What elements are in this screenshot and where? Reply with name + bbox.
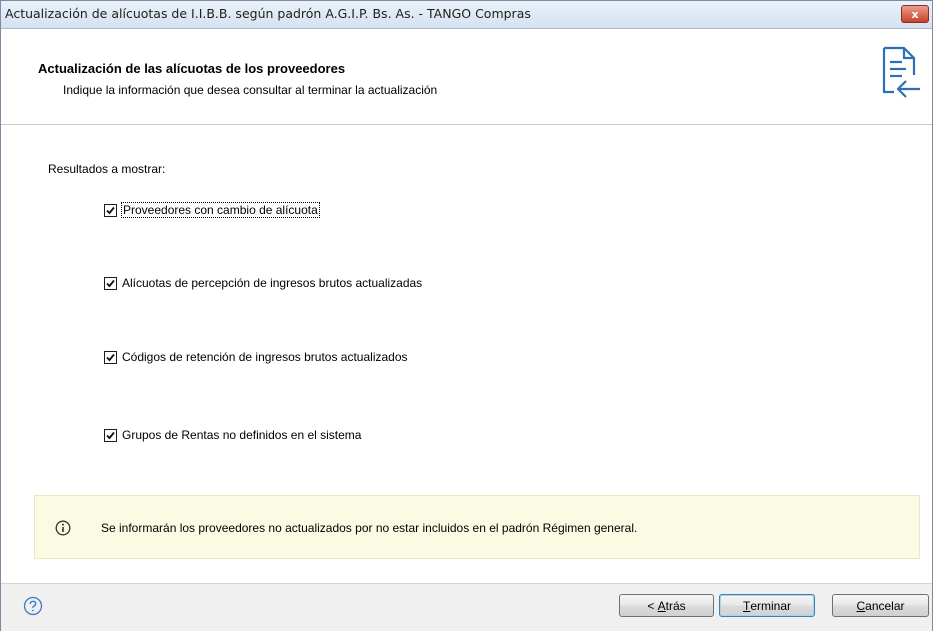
back-prefix: <	[647, 598, 658, 613]
checkbox[interactable]	[104, 350, 117, 364]
wizard-content: Resultados a mostrar: Proveedores con ca…	[1, 125, 932, 583]
page-title: Actualización de las alícuotas de los pr…	[38, 61, 346, 76]
check-icon	[106, 353, 115, 361]
close-button[interactable]: x	[901, 5, 929, 23]
option-label: Grupos de Rentas no definidos en el sist…	[122, 428, 362, 442]
checkbox[interactable]	[104, 428, 117, 442]
help-icon[interactable]	[23, 596, 43, 616]
wizard-header: Actualización de las alícuotas de los pr…	[1, 29, 932, 125]
option-label: Proveedores con cambio de alícuota	[121, 202, 320, 218]
document-import-icon	[882, 46, 920, 98]
option-grupos-rentas[interactable]: Grupos de Rentas no definidos en el sist…	[104, 427, 361, 443]
option-label: Alícuotas de percepción de ingresos brut…	[122, 276, 423, 290]
info-message: Se informarán los proveedores no actuali…	[101, 521, 638, 535]
page-subtitle: Indique la información que desea consult…	[63, 83, 438, 97]
close-icon: x	[911, 8, 919, 21]
title-bar[interactable]: Actualización de alícuotas de I.I.B.B. s…	[1, 1, 932, 29]
finish-button[interactable]: Terminar	[719, 594, 815, 617]
check-icon	[106, 431, 115, 439]
option-codigos-retencion[interactable]: Códigos de retención de ingresos brutos …	[104, 349, 408, 365]
finish-label: erminar	[750, 598, 792, 613]
cancel-mnemonic: C	[856, 598, 866, 613]
info-panel: Se informarán los proveedores no actuali…	[34, 495, 920, 559]
option-alicuotas-percepcion[interactable]: Alícuotas de percepción de ingresos brut…	[104, 275, 422, 291]
results-label: Resultados a mostrar:	[48, 162, 166, 176]
checkbox[interactable]	[104, 203, 117, 217]
info-icon	[55, 520, 71, 536]
dialog-window: Actualización de alícuotas de I.I.B.B. s…	[0, 0, 933, 631]
cancel-label: ancelar	[865, 598, 905, 613]
back-label: trás	[665, 598, 686, 613]
window-title: Actualización de alícuotas de I.I.B.B. s…	[5, 6, 531, 21]
option-label: Códigos de retención de ingresos brutos …	[122, 350, 408, 364]
option-proveedores-cambio[interactable]: Proveedores con cambio de alícuota	[104, 202, 320, 218]
check-icon	[106, 279, 115, 287]
back-button[interactable]: < Atrás	[619, 594, 714, 617]
cancel-button[interactable]: Cancelar	[832, 594, 929, 617]
back-mnemonic: A	[657, 598, 666, 613]
wizard-footer: < Atrás Terminar Cancelar	[1, 583, 932, 631]
checkbox[interactable]	[104, 276, 117, 290]
check-icon	[106, 206, 115, 214]
finish-mnemonic: T	[742, 598, 751, 613]
